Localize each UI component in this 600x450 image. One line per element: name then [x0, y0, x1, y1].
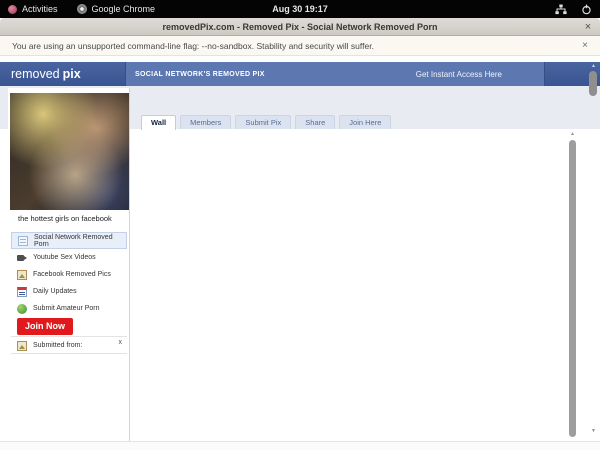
- video-camera-icon: [17, 253, 27, 263]
- calendar-icon: [17, 286, 27, 297]
- system-bar-right: [555, 0, 592, 18]
- divider: [11, 353, 127, 354]
- clock[interactable]: Aug 30 19:17: [0, 0, 600, 18]
- menu-item-label: Daily Updates: [33, 288, 77, 295]
- sidebar-item-daily-updates[interactable]: Daily Updates: [11, 283, 127, 300]
- window-title: removedPix.com - Removed Pix - Social Ne…: [162, 21, 438, 32]
- submitted-close-icon[interactable]: x: [119, 339, 123, 346]
- inner-scrollbar-thumb[interactable]: [569, 140, 576, 437]
- menu-item-label: Submit Amateur Porn: [33, 305, 100, 312]
- horizontal-scrollbar: ◀ ▶: [0, 441, 600, 450]
- logo-word-1: removed: [11, 67, 60, 81]
- system-top-bar: Activities Google Chrome Aug 30 19:17: [0, 0, 600, 18]
- inner-scrollbar-up-icon[interactable]: ▲: [568, 132, 577, 137]
- photo-icon: [17, 269, 27, 280]
- tab-submit-pix[interactable]: Submit Pix: [235, 115, 292, 129]
- site-logo[interactable]: removed pix: [11, 62, 81, 86]
- sidebar-item-social-network-removed-porn[interactable]: Social Network Removed Porn: [11, 232, 127, 249]
- infobar-message: You are using an unsupported command-lin…: [12, 40, 374, 51]
- sidebar-menu: Social Network Removed Porn Youtube Sex …: [11, 232, 127, 317]
- tab-share[interactable]: Share: [295, 115, 336, 129]
- wall-note-icon: [18, 235, 28, 246]
- tab-bar: Wall Members Submit Pix Share Join Here: [141, 115, 392, 130]
- power-icon[interactable]: [581, 4, 592, 15]
- network-icon[interactable]: [555, 4, 567, 15]
- submitted-from-label: Submitted from:: [33, 342, 83, 349]
- sidebar-item-submit-amateur-porn[interactable]: Submit Amateur Porn: [11, 300, 127, 317]
- menu-item-label: Social Network Removed Porn: [34, 233, 113, 248]
- sidebar-item-facebook-removed-pics[interactable]: Facebook Removed Pics: [11, 266, 127, 283]
- divider: [11, 336, 127, 337]
- photo-icon: [17, 340, 27, 351]
- screen: Activities Google Chrome Aug 30 19:17 re…: [0, 0, 600, 450]
- window-close-icon[interactable]: ×: [582, 19, 594, 34]
- menu-item-label: Facebook Removed Pics: [33, 271, 111, 278]
- submitted-from-row: Submitted from: x: [11, 338, 127, 353]
- browser-title-bar[interactable]: removedPix.com - Removed Pix - Social Ne…: [0, 18, 600, 36]
- sidebar-item-youtube-sex-videos[interactable]: Youtube Sex Videos: [11, 249, 127, 266]
- outer-scrollbar-up-icon[interactable]: ▲: [589, 64, 598, 69]
- get-access-link[interactable]: Get Instant Access Here: [416, 70, 502, 79]
- chrome-infobar: You are using an unsupported command-lin…: [0, 36, 600, 56]
- header-banner: SOCIAL NETWORK'S REMOVED PIX Get Instant…: [125, 62, 545, 86]
- infobar-close-icon[interactable]: ×: [579, 38, 591, 53]
- sidebar: the hottest girls on facebook Social Net…: [8, 88, 130, 441]
- banner-title: SOCIAL NETWORK'S REMOVED PIX: [135, 70, 265, 78]
- tab-join-here[interactable]: Join Here: [339, 115, 392, 129]
- outer-scrollbar-thumb[interactable]: [589, 71, 597, 96]
- photo-caption: the hottest girls on facebook: [18, 214, 112, 223]
- logo-word-2: pix: [62, 67, 81, 81]
- tab-wall[interactable]: Wall: [141, 115, 177, 130]
- outer-scrollbar-down-icon[interactable]: ▼: [589, 429, 598, 434]
- site-header: removed pix SOCIAL NETWORK'S REMOVED PIX…: [0, 62, 600, 86]
- globe-icon: [17, 303, 27, 314]
- menu-item-label: Youtube Sex Videos: [33, 254, 96, 261]
- profile-photo-thumbnail[interactable]: [10, 93, 129, 210]
- tab-members[interactable]: Members: [180, 115, 232, 129]
- join-now-button[interactable]: Join Now: [17, 318, 73, 335]
